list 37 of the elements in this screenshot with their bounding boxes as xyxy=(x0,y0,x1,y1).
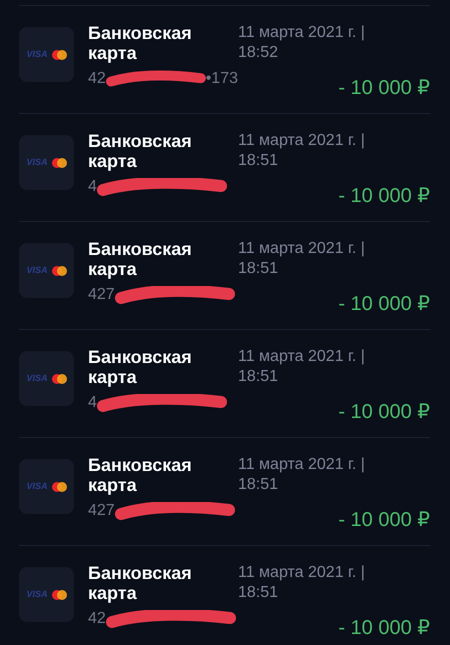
card-title: Банковская карта xyxy=(88,131,193,171)
card-title: Банковская карта xyxy=(88,455,193,495)
transaction-date: 11 марта 2021 г. | 18:51 xyxy=(238,563,366,603)
amount-text: - 10 000 ₽ xyxy=(338,184,430,208)
transaction-date: 11 марта 2021 г. | 18:51 xyxy=(238,455,366,495)
brand-text: VISA xyxy=(26,374,48,383)
card-number: 427 xyxy=(88,501,115,521)
mastercard-icon xyxy=(52,158,66,168)
amount-text: - 10 000 ₽ xyxy=(338,616,430,640)
mastercard-icon xyxy=(52,374,66,384)
transaction-date: 11 марта 2021 г. | 18:51 xyxy=(238,239,366,279)
card-number: 4 xyxy=(88,393,97,413)
card-title: Банковская карта xyxy=(88,23,193,63)
brand-text: VISA xyxy=(26,50,48,59)
mastercard-icon xyxy=(52,266,66,276)
transaction-date: 11 марта 2021 г. | 18:52 xyxy=(238,23,366,63)
card-title: Банковская карта xyxy=(88,347,193,387)
card-number: 42 xyxy=(88,69,106,89)
transaction-date: 11 марта 2021 г. | 18:51 xyxy=(238,131,366,171)
mastercard-icon xyxy=(52,50,66,60)
mastercard-icon xyxy=(52,482,66,492)
amount-text: - 10 000 ₽ xyxy=(338,292,430,316)
brand-text: VISA xyxy=(26,590,48,599)
transaction-date: 11 марта 2021 г. | 18:51 xyxy=(238,347,366,387)
brand-text: VISA xyxy=(26,266,48,275)
brand-text: VISA xyxy=(26,158,48,167)
card-number: •173 xyxy=(206,69,238,89)
card-number: 42 xyxy=(88,609,106,629)
amount-text: - 10 000 ₽ xyxy=(338,400,430,424)
card-title: Банковская карта xyxy=(88,563,193,603)
card-title: Банковская карта xyxy=(88,239,193,279)
brand-text: VISA xyxy=(26,482,48,491)
mastercard-icon xyxy=(52,590,66,600)
amount-text: - 10 000 ₽ xyxy=(338,76,430,100)
card-number: 4 xyxy=(88,177,97,197)
card-number: 427 xyxy=(88,285,115,305)
amount-text: - 10 000 ₽ xyxy=(338,508,430,532)
